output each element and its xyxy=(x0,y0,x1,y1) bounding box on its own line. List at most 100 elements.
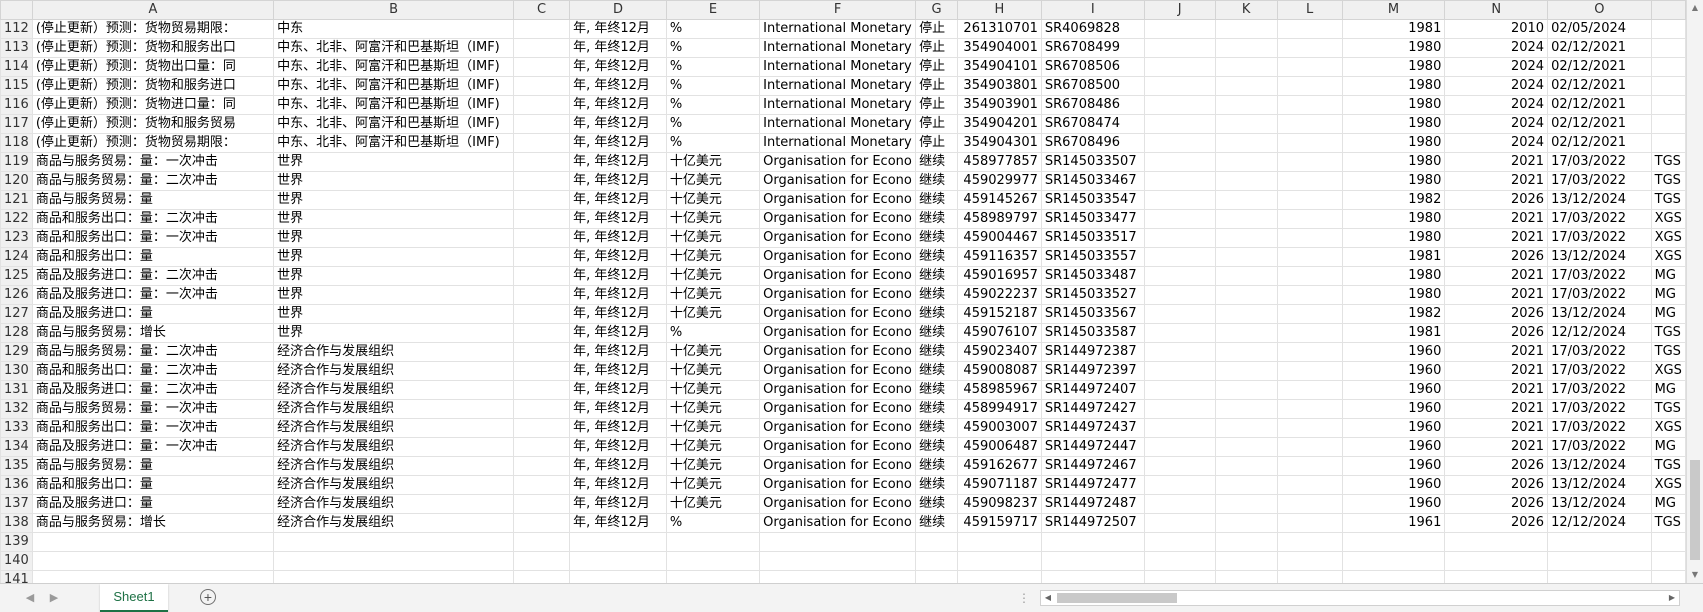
cell[interactable]: TGS xyxy=(1650,171,1686,191)
cell[interactable]: 1980 xyxy=(1341,285,1446,305)
cell[interactable]: 世界 xyxy=(273,304,514,324)
cell[interactable]: Organisation for Econo xyxy=(759,475,917,495)
cell[interactable]: 停止 xyxy=(915,19,958,39)
cell[interactable]: SR145033467 xyxy=(1040,171,1145,191)
row-header[interactable]: 120 xyxy=(0,171,33,191)
cell[interactable]: 停止 xyxy=(915,133,958,153)
column-header[interactable] xyxy=(1650,0,1686,20)
cell[interactable] xyxy=(1276,152,1343,172)
cell[interactable]: 02/12/2021 xyxy=(1547,95,1652,115)
cell[interactable]: 2026 xyxy=(1444,513,1549,533)
cell[interactable] xyxy=(1143,399,1216,419)
cell[interactable]: SR6708499 xyxy=(1040,38,1145,58)
cell[interactable] xyxy=(1276,437,1343,457)
cell[interactable]: 世界 xyxy=(273,171,514,191)
cell[interactable] xyxy=(956,532,1042,552)
cell[interactable]: 世界 xyxy=(273,323,514,343)
cell[interactable] xyxy=(512,247,571,267)
cell[interactable]: 商品与服务贸易：增长 xyxy=(31,323,275,343)
cell[interactable]: 13/12/2024 xyxy=(1547,304,1652,324)
cell[interactable] xyxy=(1650,19,1686,39)
cell[interactable]: 继续 xyxy=(915,209,958,229)
cell[interactable] xyxy=(1214,114,1278,134)
cell[interactable]: 459116357 xyxy=(956,247,1042,267)
cell[interactable]: 年, 年终12月 xyxy=(569,361,667,381)
cell[interactable]: 2026 xyxy=(1444,304,1549,324)
cell[interactable] xyxy=(1341,532,1446,552)
cell[interactable] xyxy=(31,532,275,552)
cell[interactable]: 1980 xyxy=(1341,114,1446,134)
cell[interactable]: 停止 xyxy=(915,38,958,58)
cell[interactable]: 458989797 xyxy=(956,209,1042,229)
cell[interactable] xyxy=(1214,399,1278,419)
cell[interactable] xyxy=(1214,133,1278,153)
cell[interactable]: 十亿美元 xyxy=(665,247,761,267)
cell[interactable]: 经济合作与发展组织 xyxy=(273,380,514,400)
cell[interactable] xyxy=(512,152,571,172)
cell[interactable] xyxy=(1341,570,1446,583)
cell[interactable]: 世界 xyxy=(273,228,514,248)
cell[interactable]: 2021 xyxy=(1444,152,1549,172)
cell[interactable] xyxy=(1143,247,1216,267)
cell[interactable]: SR4069828 xyxy=(1040,19,1145,39)
cell[interactable] xyxy=(1214,494,1278,514)
cell[interactable]: SR6708506 xyxy=(1040,57,1145,77)
cell[interactable]: 年, 年终12月 xyxy=(569,323,667,343)
row-header[interactable]: 130 xyxy=(0,361,33,381)
cell[interactable] xyxy=(1143,361,1216,381)
cell[interactable]: 13/12/2024 xyxy=(1547,494,1652,514)
cell[interactable]: 年, 年终12月 xyxy=(569,418,667,438)
cell[interactable]: 商品与服务贸易：量：二次冲击 xyxy=(31,171,275,191)
cell[interactable]: SR6708496 xyxy=(1040,133,1145,153)
cell[interactable]: 2021 xyxy=(1444,361,1549,381)
cell[interactable] xyxy=(1341,551,1446,571)
cell[interactable] xyxy=(1276,399,1343,419)
cell[interactable] xyxy=(1276,38,1343,58)
cell[interactable]: % xyxy=(665,513,761,533)
cell[interactable]: SR144972487 xyxy=(1040,494,1145,514)
cell[interactable]: XGS xyxy=(1650,418,1686,438)
tab-splitter-icon[interactable]: ⋮ xyxy=(1018,592,1030,604)
cell[interactable]: 2021 xyxy=(1444,342,1549,362)
cell[interactable]: 商品及服务进口：量：二次冲击 xyxy=(31,266,275,286)
cell[interactable]: 十亿美元 xyxy=(665,285,761,305)
cell[interactable]: 十亿美元 xyxy=(665,152,761,172)
cell[interactable] xyxy=(1214,304,1278,324)
column-header[interactable]: F xyxy=(759,0,917,20)
cell[interactable]: (停止更新）预测：货物贸易期限： xyxy=(31,19,275,39)
scroll-up-icon[interactable]: ▲ xyxy=(1687,0,1703,16)
cell[interactable]: 商品及服务进口：量 xyxy=(31,304,275,324)
cell[interactable] xyxy=(1276,247,1343,267)
cell[interactable] xyxy=(569,570,667,583)
cell[interactable]: SR144972397 xyxy=(1040,361,1145,381)
cell[interactable]: 年, 年终12月 xyxy=(569,57,667,77)
cell[interactable]: XGS xyxy=(1650,247,1686,267)
row-header[interactable]: 139 xyxy=(0,532,33,552)
cell[interactable] xyxy=(512,228,571,248)
cell[interactable] xyxy=(1143,532,1216,552)
cell[interactable] xyxy=(1143,494,1216,514)
cell[interactable]: 继续 xyxy=(915,190,958,210)
cell[interactable] xyxy=(1143,152,1216,172)
cell[interactable]: (停止更新）预测：货物进口量：同 xyxy=(31,95,275,115)
column-header[interactable]: C xyxy=(512,0,571,20)
cell[interactable]: 458985967 xyxy=(956,380,1042,400)
cell[interactable]: 继续 xyxy=(915,494,958,514)
cell[interactable] xyxy=(512,418,571,438)
cell[interactable]: 1960 xyxy=(1341,380,1446,400)
cell[interactable] xyxy=(1214,513,1278,533)
cell[interactable]: 中东、北非、阿富汗和巴基斯坦（IMF) xyxy=(273,57,514,77)
column-header[interactable]: N xyxy=(1444,0,1549,20)
cell[interactable]: 继续 xyxy=(915,171,958,191)
cell[interactable] xyxy=(1143,228,1216,248)
cell[interactable]: 17/03/2022 xyxy=(1547,418,1652,438)
cell[interactable]: Organisation for Econo xyxy=(759,342,917,362)
cell[interactable]: 2026 xyxy=(1444,494,1549,514)
cell[interactable]: 十亿美元 xyxy=(665,456,761,476)
cell[interactable]: 年, 年终12月 xyxy=(569,494,667,514)
cell[interactable]: 十亿美元 xyxy=(665,418,761,438)
cell[interactable]: Organisation for Econo xyxy=(759,323,917,343)
cell[interactable] xyxy=(512,475,571,495)
cell[interactable]: 商品和服务出口：量：二次冲击 xyxy=(31,209,275,229)
scroll-left-icon[interactable]: ◀ xyxy=(1041,591,1055,605)
